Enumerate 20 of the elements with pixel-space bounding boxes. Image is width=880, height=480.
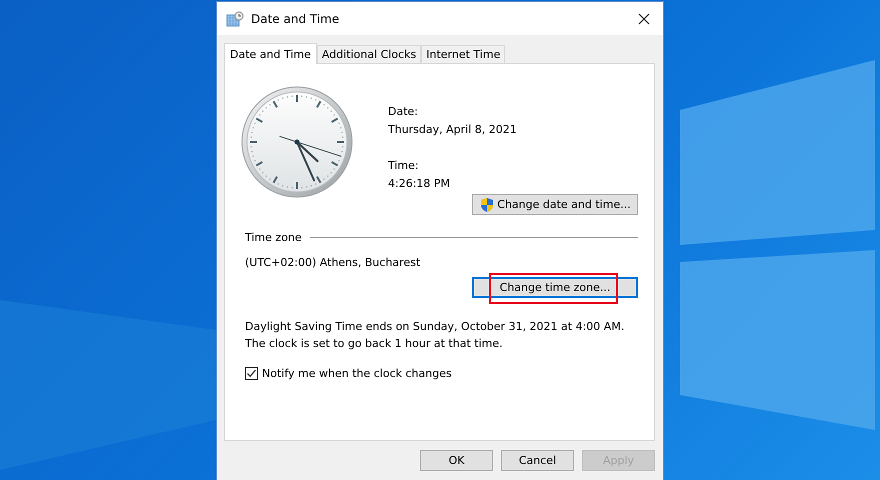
tab[interactable]: Internet Time <box>421 45 506 63</box>
dst-note: Daylight Saving Time ends on Sunday, October 31, 2021 at 4:00 AM. The clock is set to go back 1 hour at that time. <box>245 319 626 352</box>
window-title: Date and Time <box>251 12 340 26</box>
time-zone-heading: Time zone <box>245 231 302 244</box>
shield-icon <box>479 196 496 212</box>
tab[interactable]: Date and Time <box>224 43 317 64</box>
close-icon[interactable] <box>637 12 651 26</box>
date-value: Thursday, April 8, 2021 <box>388 122 517 138</box>
dialog-button[interactable]: Cancel <box>501 450 574 471</box>
tab[interactable]: Additional Clocks <box>316 45 422 63</box>
time-zone-value: (UTC+02:00) Athens, Bucharest <box>245 256 422 269</box>
change-date-time-button[interactable]: Change date and time... <box>472 194 638 215</box>
date-label: Date: <box>388 104 419 120</box>
change-time-zone-button[interactable]: Change time zone... <box>472 277 638 298</box>
time-label: Time: <box>388 158 420 174</box>
calendar-clock-icon <box>226 10 244 26</box>
time-value: 4:26:18 PM <box>388 176 452 192</box>
dialog-button[interactable]: OK <box>420 450 493 471</box>
notify-label: Notify me when the clock changes <box>262 367 452 380</box>
notify-checkbox[interactable] <box>245 367 258 380</box>
